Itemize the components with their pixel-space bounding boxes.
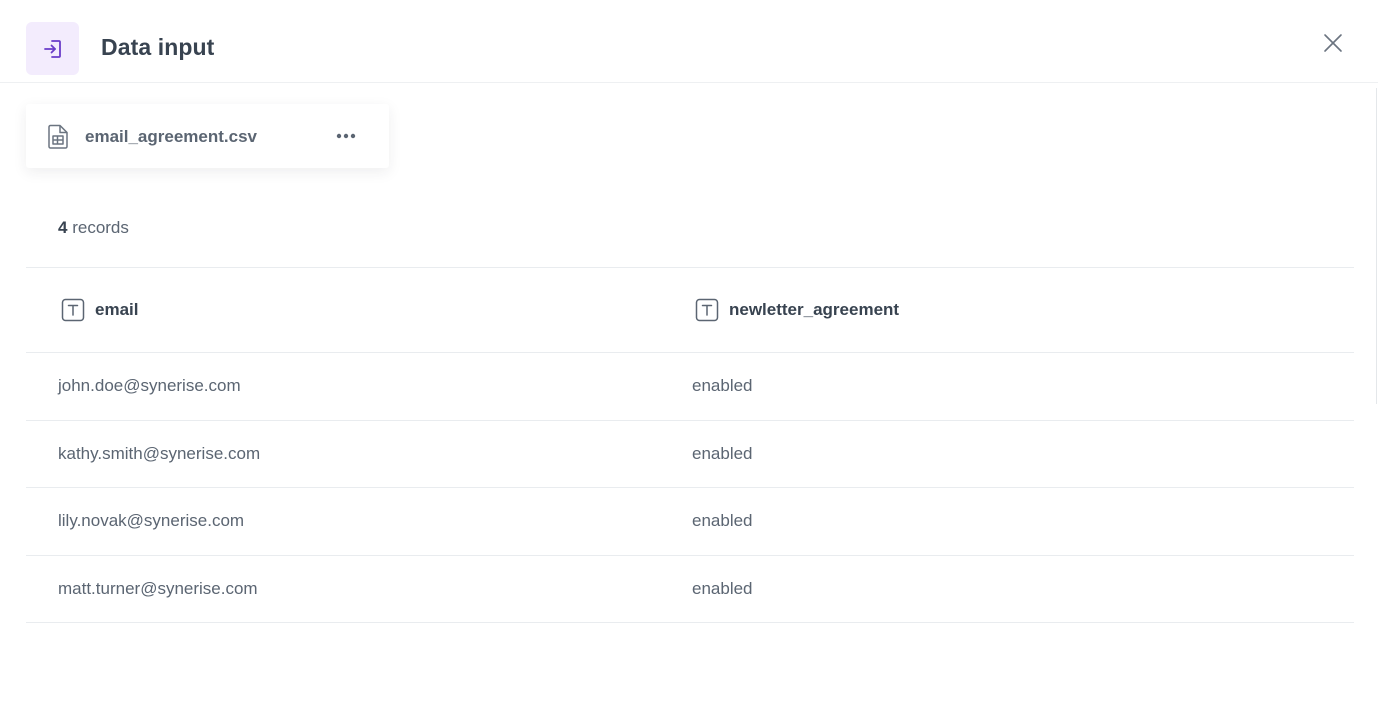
records-number: 4: [58, 218, 68, 237]
table-header: email newletter_agreement: [26, 267, 1354, 353]
column-header-newsletter[interactable]: newletter_agreement: [695, 298, 899, 322]
cell-agreement: enabled: [692, 376, 753, 395]
table-row[interactable]: john.doe@synerise.com enabled: [26, 353, 1354, 421]
cell-email: matt.turner@synerise.com: [58, 578, 258, 598]
spreadsheet-file-icon: [48, 124, 68, 149]
text-type-icon: [695, 298, 719, 322]
column-label: newletter_agreement: [729, 300, 900, 319]
page-title: Data input: [101, 34, 215, 60]
cell-email: kathy.smith@synerise.com: [58, 443, 261, 463]
cell-agreement: enabled: [692, 443, 753, 463]
close-button[interactable]: [1318, 28, 1348, 58]
records-count: 4 records: [58, 218, 129, 238]
data-table: email newletter_agreement john.doe@syner…: [26, 267, 1354, 623]
modal-header: Data input: [0, 0, 1378, 83]
column-label: email: [95, 300, 139, 319]
table-row[interactable]: matt.turner@synerise.com enabled: [26, 556, 1354, 623]
records-label: records: [72, 218, 129, 237]
more-options-button[interactable]: [330, 124, 362, 148]
scrollbar[interactable]: [1376, 88, 1377, 404]
cell-email: lily.novak@synerise.com: [58, 511, 245, 530]
cell-email: john.doe@synerise.com: [58, 376, 241, 395]
text-type-icon: [61, 298, 85, 322]
file-card[interactable]: email_agreement.csv: [26, 104, 389, 168]
column-header-email[interactable]: email: [61, 298, 138, 322]
table-row[interactable]: kathy.smith@synerise.com enabled: [26, 421, 1354, 488]
sign-in-icon: [26, 22, 79, 75]
cell-agreement: enabled: [692, 578, 753, 598]
file-name: email_agreement.csv: [85, 127, 257, 146]
cell-agreement: enabled: [692, 511, 753, 530]
more-icon[interactable]: [336, 133, 356, 139]
close-icon[interactable]: [1323, 33, 1343, 53]
table-row[interactable]: lily.novak@synerise.com enabled: [26, 488, 1354, 556]
